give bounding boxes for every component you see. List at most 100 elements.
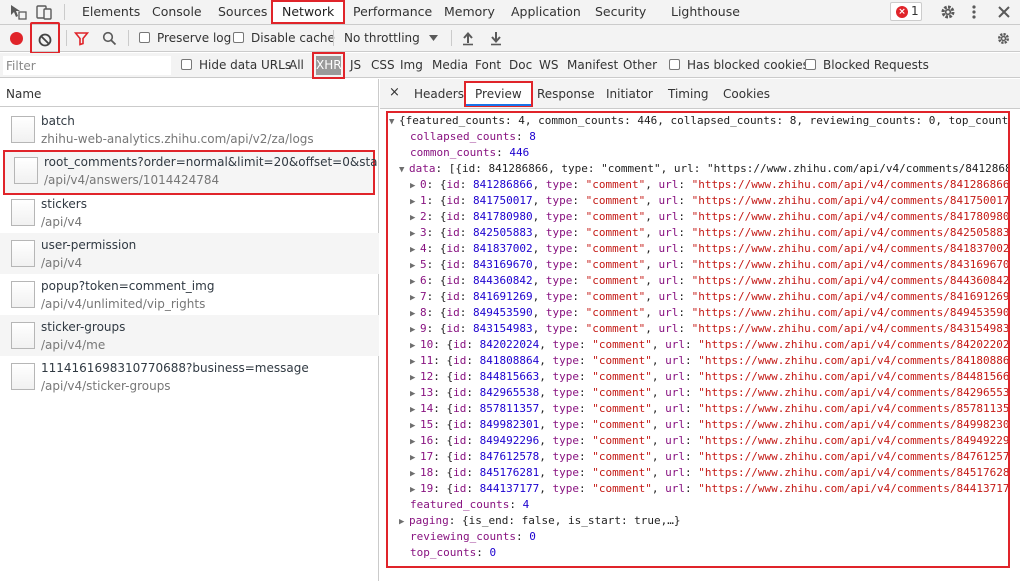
json-data-item[interactable]: ▶ 3: {id: 842505883, type: "comment", url… [410,226,1008,239]
type-filter-js[interactable]: JS [350,58,361,72]
network-toolbar: Preserve log Disable cache No throttling [0,22,1020,54]
json-data-item[interactable]: ▶ 12: {id: 844815663, type: "comment", ur… [410,370,1008,383]
json-data-item[interactable]: ▶ 0: {id: 841286866, type: "comment", url… [410,178,1008,191]
filter-input[interactable] [3,56,171,75]
toolbar-divider [66,30,67,46]
json-data-item[interactable]: ▶ 14: {id: 857811357, type: "comment", ur… [410,402,1008,415]
collapsed-triangle-icon: ▶ [410,293,416,303]
has-blocked-cookies-checkbox[interactable] [669,59,680,70]
disable-cache-checkbox[interactable] [233,32,244,43]
tab-lighthouse[interactable]: Lighthouse [671,0,740,24]
record-button[interactable] [10,32,23,45]
json-data-item[interactable]: ▶ 15: {id: 849982301, type: "comment", ur… [410,418,1008,431]
tab-memory[interactable]: Memory [444,0,495,24]
tab-sources[interactable]: Sources [218,0,267,24]
device-toolbar-icon[interactable] [34,3,54,21]
json-data-item[interactable]: ▶ 7: {id: 841691269, type: "comment", url… [410,290,1008,303]
json-data-item[interactable]: ▶ 9: {id: 843154983, type: "comment", url… [410,322,1008,335]
request-name: popup?token=comment_img [41,279,215,293]
collapsed-triangle-icon: ▶ [410,197,416,207]
filter-bar: Hide data URLs All XHR JS CSS Img Media … [0,52,1020,79]
request-row[interactable]: 1114161698310770688?business=message /ap… [0,356,379,397]
json-data-item[interactable]: ▶ 5: {id: 843169670, type: "comment", url… [410,258,1008,271]
json-data-item[interactable]: ▶ 1: {id: 841750017, type: "comment", url… [410,194,1008,207]
tab-preview[interactable]: Preview [464,81,533,107]
filter-icon[interactable] [74,31,89,46]
json-data-item[interactable]: ▶ 18: {id: 845176281, type: "comment", ur… [410,466,1008,479]
json-data-line[interactable]: ▼ data: [{id: 841286866, type: "comment",… [399,162,1008,175]
tab-headers[interactable]: Headers [414,87,464,101]
tab-initiator[interactable]: Initiator [606,87,653,101]
json-data-item[interactable]: ▶ 10: {id: 842022024, type: "comment", ur… [410,338,1008,351]
json-data-item[interactable]: ▶ 6: {id: 844360842, type: "comment", url… [410,274,1008,287]
request-row[interactable]: user-permission /api/v4 [0,233,379,274]
json-data-item[interactable]: ▶ 17: {id: 847612578, type: "comment", ur… [410,450,1008,463]
throttling-select[interactable]: No throttling [338,28,444,48]
clear-button[interactable] [30,22,60,54]
import-har-icon[interactable] [461,30,475,46]
collapsed-triangle-icon: ▶ [410,277,416,287]
json-featured-counts: featured_counts: 4 [410,498,530,511]
tab-performance[interactable]: Performance [353,0,432,24]
request-path: /api/v4/sticker-groups [41,379,171,393]
toolbar-divider [128,30,129,46]
json-reviewing-counts: reviewing_counts: 0 [410,530,536,543]
tab-application[interactable]: Application [511,0,581,24]
clear-icon [38,33,52,47]
tab-network[interactable]: Network [271,0,346,24]
tab-console[interactable]: Console [152,0,202,24]
collapsed-triangle-icon: ▶ [410,389,416,399]
close-devtools-icon[interactable] [994,3,1014,21]
inspect-element-icon[interactable] [8,3,28,21]
toolbar-divider [451,30,452,46]
xhr-label: XHR [316,56,342,75]
request-row[interactable]: popup?token=comment_img /api/v4/unlimite… [0,274,379,315]
request-row[interactable]: stickers /api/v4 [0,192,379,233]
type-filter-all[interactable]: All [289,58,304,72]
request-list: Name batch zhihu-web-analytics.zhihu.com… [0,79,379,581]
close-detail-icon[interactable]: × [389,85,400,100]
type-filter-img[interactable]: Img [400,58,423,72]
json-data-item[interactable]: ▶ 8: {id: 849453590, type: "comment", url… [410,306,1008,319]
blocked-requests-checkbox[interactable] [805,59,816,70]
json-paging-line[interactable]: ▶ paging: {is_end: false, is_start: true,… [399,514,681,527]
collapsed-triangle-icon: ▶ [410,373,416,383]
list-header[interactable]: Name [0,79,379,107]
type-filter-other[interactable]: Other [623,58,657,72]
hide-data-urls-checkbox[interactable] [181,59,192,70]
json-data-item[interactable]: ▶ 13: {id: 842965538, type: "comment", ur… [410,386,1008,399]
json-data-item[interactable]: ▶ 4: {id: 841837002, type: "comment", url… [410,242,1008,255]
tab-elements[interactable]: Elements [82,0,140,24]
json-root-line[interactable]: ▼ {featured_counts: 4, common_counts: 446… [389,114,1008,127]
error-count-badge[interactable]: × 1 [890,2,922,21]
json-data-item[interactable]: ▶ 19: {id: 844137177, type: "comment", ur… [410,482,1008,495]
more-options-icon[interactable] [964,3,984,21]
request-row[interactable]: sticker-groups /api/v4/me [0,315,379,356]
tab-response[interactable]: Response [537,87,595,101]
json-data-item[interactable]: ▶ 11: {id: 841808864, type: "comment", ur… [410,354,1008,367]
type-filter-ws[interactable]: WS [539,58,558,72]
tab-cookies[interactable]: Cookies [723,87,770,101]
collapsed-triangle-icon: ▶ [410,245,416,255]
json-top-counts: top_counts: 0 [410,546,497,559]
network-settings-gear-icon[interactable] [995,30,1012,47]
type-filter-css[interactable]: CSS [371,58,395,72]
json-data-item[interactable]: ▶ 2: {id: 841780980, type: "comment", url… [410,210,1008,223]
request-row[interactable]: batch zhihu-web-analytics.zhihu.com/api/… [0,109,379,150]
tab-timing[interactable]: Timing [668,87,709,101]
type-filter-doc[interactable]: Doc [509,58,532,72]
tab-security[interactable]: Security [595,0,646,24]
throttling-value: No throttling [344,31,420,45]
type-filter-xhr[interactable]: XHR [312,52,345,79]
request-row-selected[interactable]: root_comments?order=normal&limit=20&offs… [3,150,377,195]
preserve-log-checkbox[interactable] [139,32,150,43]
export-har-icon[interactable] [489,30,503,46]
request-path: /api/v4/unlimited/vip_rights [41,297,206,311]
type-filter-media[interactable]: Media [432,58,468,72]
chevron-down-icon [429,35,438,41]
json-data-item[interactable]: ▶ 16: {id: 849492296, type: "comment", ur… [410,434,1008,447]
settings-gear-icon[interactable] [938,3,958,21]
type-filter-manifest[interactable]: Manifest [567,58,618,72]
search-icon[interactable] [102,31,117,46]
type-filter-font[interactable]: Font [475,58,501,72]
